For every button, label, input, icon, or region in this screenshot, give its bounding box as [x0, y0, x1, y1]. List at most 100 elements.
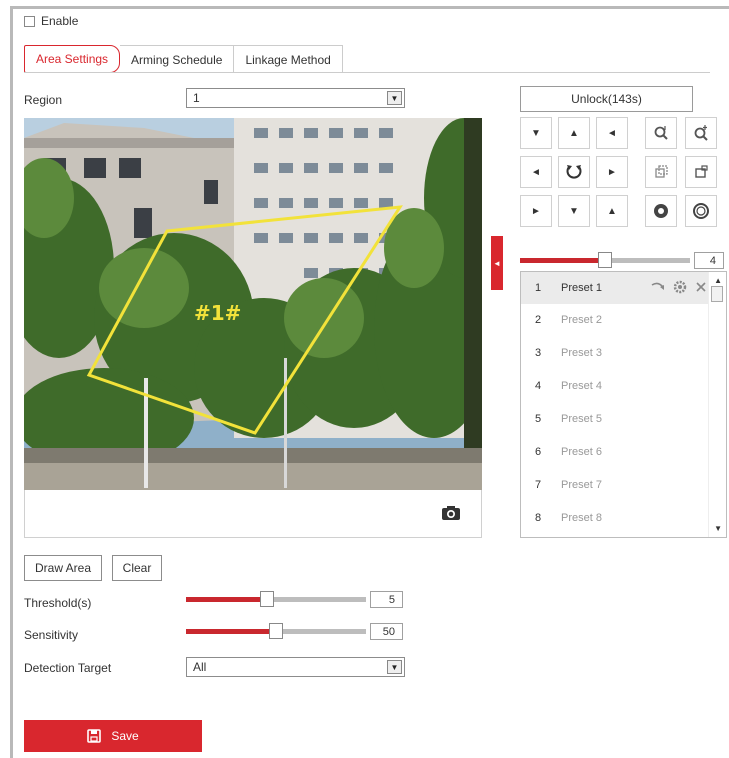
sensitivity-label: Sensitivity: [24, 628, 79, 642]
detection-target-select[interactable]: All ▼: [186, 657, 405, 677]
pan-up-button[interactable]: ▲: [558, 117, 590, 149]
ptz-speed-handle[interactable]: [598, 252, 612, 268]
focus-far-button[interactable]: [685, 156, 717, 188]
ptz-speed-fill: [520, 258, 605, 263]
pan-down-right-button[interactable]: ▲: [596, 195, 628, 227]
preset-row-6[interactable]: 6 Preset 6: [521, 436, 709, 468]
zoom-in-button[interactable]: [645, 117, 677, 149]
pan-right-button[interactable]: ►: [596, 156, 628, 188]
preset-name: Preset 8: [561, 512, 602, 524]
scroll-up-icon[interactable]: ▲: [714, 276, 722, 285]
preset-name: Preset 7: [561, 479, 602, 491]
region-select[interactable]: 1 ▼: [186, 88, 405, 108]
tab-linkage-method-label: Linkage Method: [245, 52, 331, 67]
tab-divider: [24, 72, 710, 73]
arrow-down-icon: ▼: [569, 205, 579, 217]
focus-far-icon: [695, 165, 708, 178]
unlock-button[interactable]: Unlock(143s): [520, 86, 693, 112]
capture-camera-icon[interactable]: [441, 505, 461, 521]
tab-area-settings-label: Area Settings: [36, 52, 109, 66]
save-icon: [87, 729, 102, 743]
live-video[interactable]: #1#: [24, 118, 482, 490]
enable-row: Enable: [24, 14, 78, 28]
chevron-down-icon: ▼: [387, 660, 402, 674]
detection-area-label: #1#: [194, 301, 242, 325]
video-toolbar: [24, 490, 482, 538]
preset-list: 1 Preset 1 2 Preset 2 3 Preset 3 4 Preset 4…: [520, 271, 727, 538]
draw-area-button[interactable]: Draw Area: [24, 555, 102, 581]
preset-number: 7: [535, 479, 542, 491]
focus-near-icon: [655, 165, 668, 178]
pan-up-right-button[interactable]: ◄: [596, 117, 628, 149]
preset-row-7[interactable]: 7 Preset 7: [521, 469, 709, 501]
preset-name: Preset 4: [561, 380, 602, 392]
gear-icon[interactable]: [673, 280, 687, 294]
enable-checkbox[interactable]: [24, 15, 35, 27]
clear-button[interactable]: Clear: [112, 555, 162, 581]
auto-pan-icon: [566, 165, 582, 179]
preset-name: Preset 2: [561, 314, 602, 326]
preset-name: Preset 3: [561, 347, 602, 359]
iris-open-button[interactable]: [645, 195, 677, 227]
arrow-up-icon: ▲: [569, 127, 579, 139]
arrow-up-right-icon: ◄: [607, 127, 617, 139]
zoom-out-button[interactable]: [685, 117, 717, 149]
sensitivity-handle[interactable]: [269, 623, 283, 639]
auto-pan-button[interactable]: [558, 156, 590, 188]
arrow-left-icon: ◄: [531, 166, 541, 178]
preset-name: Preset 6: [561, 446, 602, 458]
preset-row-8[interactable]: 8 Preset 8: [521, 502, 709, 534]
pan-left-button[interactable]: ◄: [520, 156, 552, 188]
pan-up-left-button[interactable]: ▼: [520, 117, 552, 149]
preset-number: 5: [535, 413, 542, 425]
enable-label: Enable: [41, 14, 79, 28]
save-button[interactable]: Save: [24, 720, 202, 752]
settings-tabs: Area Settings Arming Schedule Linkage Me…: [24, 45, 343, 73]
threshold-handle[interactable]: [260, 591, 274, 607]
draw-area-label: Draw Area: [34, 561, 92, 575]
pan-down-button[interactable]: ▼: [558, 195, 590, 227]
tab-linkage-method[interactable]: Linkage Method: [234, 45, 343, 73]
tab-arming-schedule[interactable]: Arming Schedule: [120, 45, 235, 73]
chevron-left-icon: ◄: [493, 258, 501, 268]
page-frame-left: [10, 6, 13, 758]
preset-number: 3: [535, 347, 542, 359]
preset-row-4[interactable]: 4 Preset 4: [521, 370, 709, 402]
sensitivity-value[interactable]: 50: [370, 623, 403, 640]
focus-near-button[interactable]: [645, 156, 677, 188]
call-preset-icon[interactable]: [651, 281, 665, 293]
preset-name: Preset 1: [561, 282, 602, 294]
scroll-thumb[interactable]: [711, 286, 723, 302]
close-icon[interactable]: [695, 281, 707, 293]
preset-row-5[interactable]: 5 Preset 5: [521, 403, 709, 435]
scroll-down-icon[interactable]: ▼: [714, 524, 722, 533]
arrow-down-right-icon: ▲: [607, 205, 617, 217]
preset-number: 4: [535, 380, 542, 392]
unlock-button-label: Unlock(143s): [571, 92, 642, 106]
zoom-in-icon: [654, 126, 668, 140]
threshold-value[interactable]: 5: [370, 591, 403, 608]
preset-row-3[interactable]: 3 Preset 3: [521, 337, 709, 369]
chevron-down-icon: ▼: [387, 91, 402, 105]
collapse-panel-button[interactable]: ◄: [491, 236, 503, 290]
save-label: Save: [111, 729, 139, 743]
tab-area-settings[interactable]: Area Settings: [24, 45, 121, 73]
pan-down-left-button[interactable]: ►: [520, 195, 552, 227]
preset-scrollbar[interactable]: ▲ ▼: [708, 272, 726, 537]
iris-open-icon: [654, 204, 668, 218]
arrow-up-left-icon: ▼: [531, 127, 541, 139]
detection-target-value: All: [193, 660, 207, 674]
preset-name: Preset 5: [561, 413, 602, 425]
iris-close-icon: [693, 203, 709, 219]
ptz-speed-value[interactable]: 4: [694, 252, 724, 269]
threshold-label: Threshold(s): [24, 596, 92, 610]
preset-row-2[interactable]: 2 Preset 2: [521, 304, 709, 336]
sensitivity-fill: [186, 629, 276, 634]
detection-target-label: Detection Target: [24, 661, 112, 675]
arrow-down-left-icon: ►: [531, 205, 541, 217]
iris-close-button[interactable]: [685, 195, 717, 227]
arrow-right-icon: ►: [607, 166, 617, 178]
preset-row-1[interactable]: 1 Preset 1: [521, 272, 709, 304]
preset-number: 6: [535, 446, 542, 458]
zoom-out-icon: [694, 125, 708, 141]
